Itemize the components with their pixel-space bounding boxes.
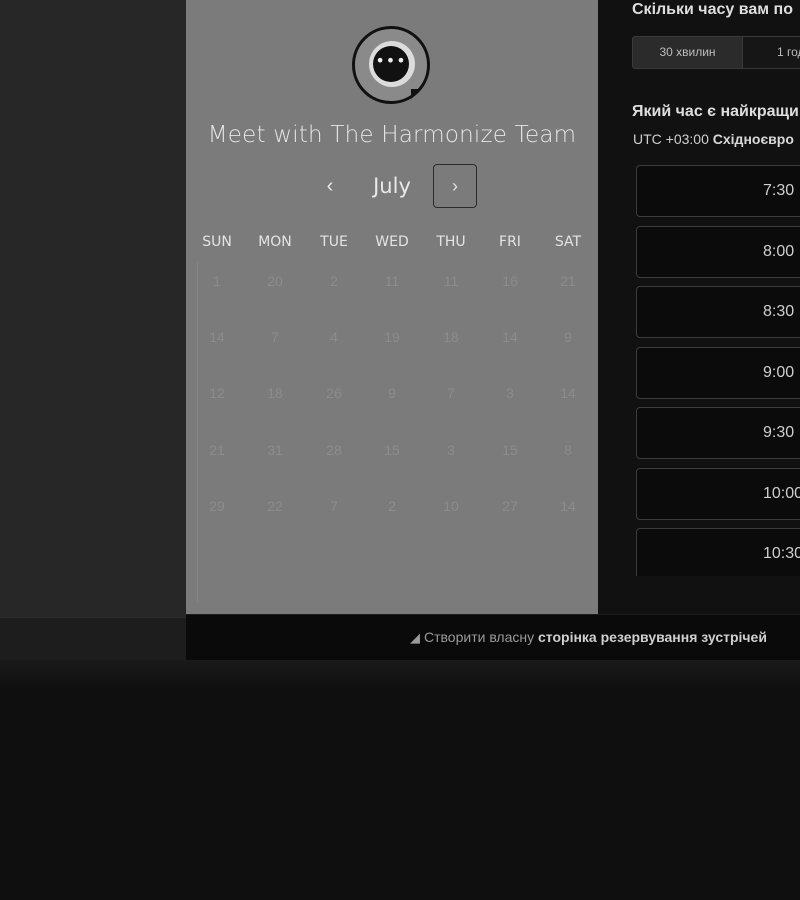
calendar-day: 7 — [447, 385, 455, 401]
time-slot-button[interactable]: 7:30 — [636, 165, 800, 217]
weekday-sun: SUN — [202, 234, 232, 250]
prev-month-button[interactable]: ‹ — [316, 170, 344, 202]
calendar-day: 1 — [213, 273, 221, 289]
logo-ring: ••• — [369, 41, 421, 99]
duration-1h-button[interactable]: 1 год — [742, 36, 800, 69]
calendar-day: 14 — [502, 329, 518, 345]
calendar-day: 3 — [506, 385, 514, 401]
calendar-day: 31 — [267, 442, 283, 458]
left-margin — [0, 0, 186, 617]
time-slot-list[interactable]: 7:30 8:00 8:30 9:00 9:30 10:00 10:30 — [598, 160, 800, 576]
weekday-fri: FRI — [499, 234, 521, 250]
calendar-day: 19 — [384, 329, 400, 345]
weekday-sat: SAT — [554, 234, 582, 250]
calendar-day: 9 — [388, 385, 396, 401]
calendar-day: 18 — [267, 385, 283, 401]
calendar-day: 21 — [209, 442, 225, 458]
chat-bubble-icon: ••• — [373, 46, 409, 82]
team-logo: ••• — [352, 26, 430, 104]
calendar-day: 28 — [326, 442, 342, 458]
calendar-day: 3 — [447, 442, 455, 458]
footer-prefix: Створити власну — [424, 629, 535, 645]
harmonize-logo-icon: ◢ — [410, 630, 420, 645]
calendar-day: 26 — [326, 385, 342, 401]
month-label: July — [373, 174, 411, 198]
footer-link-text: сторінка резервування зустрічей — [538, 629, 767, 645]
calendar-day: 12 — [209, 385, 225, 401]
calendar-day: 21 — [560, 273, 576, 289]
timezone-selector[interactable]: UTC +03:00 Східноєвро — [633, 131, 794, 147]
calendar-day: 14 — [209, 329, 225, 345]
page-title: Meet with The Harmonize Team — [207, 122, 577, 148]
calendar-day: 2 — [388, 498, 396, 514]
calendar-day: 27 — [502, 498, 518, 514]
calendar-day: 18 — [443, 329, 459, 345]
time-slot-button[interactable]: 10:00 — [636, 467, 800, 520]
duration-heading: Скільки часу вам по — [632, 1, 793, 18]
weekday-thu: THU — [436, 234, 466, 250]
time-slot-button[interactable]: 9:00 — [636, 346, 800, 399]
calendar-day: 4 — [330, 329, 338, 345]
time-slot-button[interactable]: 8:30 — [636, 286, 800, 338]
calendar-day: 7 — [271, 329, 279, 345]
calendar-day: 2 — [330, 273, 338, 289]
time-slot-button[interactable]: 8:00 — [636, 225, 800, 278]
weekday-mon: MON — [258, 234, 292, 250]
chat-bubble-tail — [411, 89, 421, 99]
calendar-day: 9 — [564, 329, 572, 345]
calendar-day: 8 — [564, 442, 572, 458]
calendar-day: 15 — [502, 442, 518, 458]
time-slot-button[interactable]: 10:30 — [636, 528, 800, 576]
calendar-day: 16 — [502, 273, 518, 289]
calendar-day: 14 — [560, 498, 576, 514]
booking-page: ••• Meet with The Harmonize Team ‹ July … — [0, 0, 800, 900]
calendar-day: 7 — [330, 498, 338, 514]
weekday-tue: TUE — [320, 234, 348, 250]
calendar-grid-divider — [197, 262, 198, 602]
duration-30min-button[interactable]: 30 хвилин — [632, 36, 743, 69]
tz-name: Східноєвро — [712, 131, 794, 147]
time-heading: Який час є найкращи — [632, 103, 799, 120]
calendar-day: 22 — [267, 498, 283, 514]
calendar-day: 29 — [209, 498, 225, 514]
page-shadow — [0, 660, 800, 690]
calendar-day: 10 — [443, 498, 459, 514]
calendar-day: 15 — [384, 442, 400, 458]
calendar-day: 14 — [560, 385, 576, 401]
next-month-button[interactable]: › — [433, 164, 477, 208]
create-booking-page-link[interactable]: ◢ Створити власну сторінка резервування з… — [410, 629, 767, 646]
tz-offset: UTC +03:00 — [633, 131, 709, 147]
left-margin-lower — [0, 617, 186, 666]
weekday-wed: WED — [375, 234, 409, 250]
calendar-day: 11 — [443, 273, 459, 289]
calendar-day: 11 — [384, 273, 400, 289]
calendar-day: 20 — [267, 273, 283, 289]
time-slot-button[interactable]: 9:30 — [636, 407, 800, 459]
